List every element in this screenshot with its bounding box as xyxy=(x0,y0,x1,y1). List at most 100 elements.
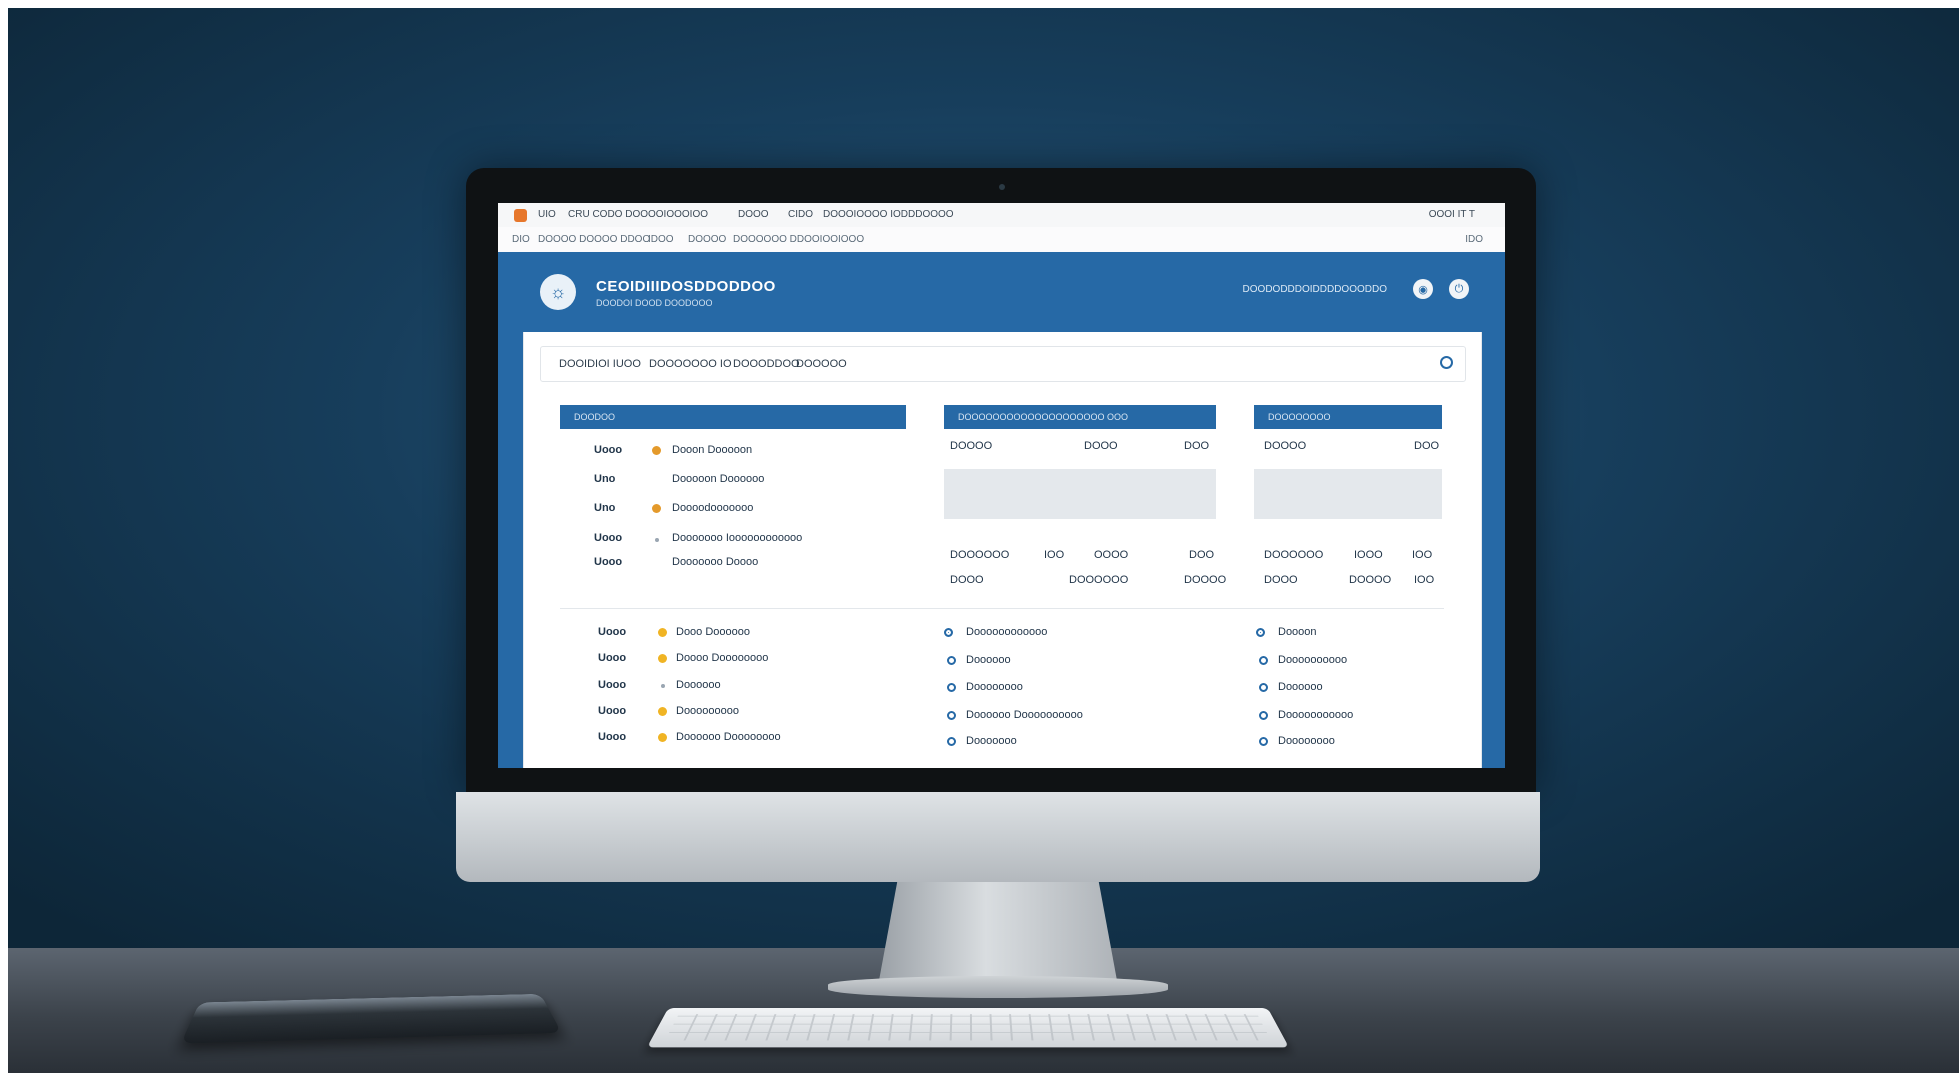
left-edge-strip xyxy=(498,332,523,768)
app-icon xyxy=(514,209,527,222)
status-dot xyxy=(652,504,661,513)
power-icon[interactable]: ⏻ xyxy=(1449,279,1469,299)
filter-item[interactable]: DOOIDIOI IUOO xyxy=(559,358,641,370)
table-cell: DOOOOOO xyxy=(1069,574,1128,586)
table-cell: DOO xyxy=(1189,549,1214,561)
option-label[interactable]: Dooooooo xyxy=(966,735,1017,747)
row-label[interactable]: Dooooooo Ioooooooooooo xyxy=(672,532,802,544)
radio-icon[interactable] xyxy=(1259,656,1268,665)
row-code: Uooo xyxy=(594,532,622,544)
keyboard xyxy=(647,1008,1289,1047)
main-content: DOOIDIOI IUOO DOOOOOOO IO DOOODDOO DOOOO… xyxy=(523,332,1482,768)
browser-tab[interactable]: DOOOIOOOO IODDDOOOO xyxy=(823,209,954,220)
table-cell: IOO xyxy=(1414,574,1434,586)
search-icon[interactable] xyxy=(1440,356,1453,369)
table-cell: DOOO xyxy=(1264,574,1298,586)
status-dot xyxy=(658,733,667,742)
browser-tab-bar: UIO CRU CODO DOOOOIOOOIOO DOOO CIDO DOOO… xyxy=(498,203,1505,228)
option-label[interactable]: Doooooooo xyxy=(966,681,1023,693)
table-cell: IOO xyxy=(1412,549,1432,561)
address-item[interactable]: DOOOO xyxy=(688,234,726,245)
row-code: Uooo xyxy=(594,556,622,568)
status-dot xyxy=(652,446,661,455)
radio-icon[interactable] xyxy=(1259,737,1268,746)
row-label[interactable]: Doooodooooooo xyxy=(672,502,753,514)
table-cell: IOO xyxy=(1044,549,1064,561)
row-label[interactable]: Dooooooooo xyxy=(676,705,739,717)
radio-icon[interactable] xyxy=(944,628,953,637)
address-item[interactable]: IDOO xyxy=(648,234,674,245)
table-cell: DOOOOOO xyxy=(1264,549,1323,561)
browser-address-bar: DIO DOOOO DOOOO DDOO IDOO DOOOO DOOOOOO … xyxy=(498,227,1505,253)
scene-background: UIO CRU CODO DOOOOIOOOIOO DOOO CIDO DOOO… xyxy=(8,8,1959,1073)
status-dot xyxy=(658,654,667,663)
radio-icon[interactable] xyxy=(1256,628,1265,637)
row-label[interactable]: Doooooo Doooooooo xyxy=(676,731,781,743)
option-label[interactable]: Doooooooo xyxy=(1278,735,1335,747)
row-label[interactable]: Doooooo xyxy=(676,679,721,691)
option-label[interactable]: Doooooo xyxy=(966,654,1011,666)
panel-mid-header: DOOOOOOOOOOOOOOOOOOOO OOO xyxy=(944,405,1216,429)
filter-bar: DOOIDIOI IUOO DOOOOOOO IO DOOODDOO DOOOO… xyxy=(540,346,1466,382)
option-label[interactable]: Doooon xyxy=(1278,626,1317,638)
app-header: ☼ CEOIDIIIDOSDDODDOO DOODOI DOOD DOODOOO… xyxy=(498,252,1505,332)
table-cell: DOOOO xyxy=(1184,574,1226,586)
browser-tab[interactable]: CIDO xyxy=(788,209,813,220)
row-label[interactable]: Dooon Dooooon xyxy=(672,444,752,456)
table-cell: DOOOOOO xyxy=(950,549,1009,561)
address-item[interactable]: DOOOO DOOOO DDOO xyxy=(538,234,650,245)
browser-menu-button[interactable]: IDO xyxy=(1465,234,1483,245)
row-code: Uooo xyxy=(598,652,626,664)
radio-icon[interactable] xyxy=(947,737,956,746)
monitor-stand xyxy=(878,882,1118,986)
table-cell: DOOOO xyxy=(1349,574,1391,586)
address-item[interactable]: IOOO xyxy=(838,234,864,245)
status-dot xyxy=(661,684,665,688)
row-code: Uooo xyxy=(598,731,626,743)
monitor-base xyxy=(828,976,1168,998)
table-cell: DOOO xyxy=(950,574,984,586)
app-title: CEOIDIIIDOSDDODDOO xyxy=(596,278,776,295)
radio-icon[interactable] xyxy=(1259,711,1268,720)
panel-right-header: DOOOOOOOO xyxy=(1254,405,1442,429)
monitor-chin xyxy=(456,792,1540,882)
placeholder-block xyxy=(944,469,1216,519)
radio-icon[interactable] xyxy=(947,656,956,665)
keyboard-keys xyxy=(665,1014,1271,1040)
app-subtitle: DOODOI DOOD DOODOOO xyxy=(596,298,713,308)
column-header: DOOOO xyxy=(1264,440,1306,452)
section-divider xyxy=(560,608,1444,609)
filter-item[interactable]: DOOOOOOO IO xyxy=(649,358,732,370)
row-label[interactable]: Doooo Doooooooo xyxy=(676,652,768,664)
row-label[interactable]: Dooooon Doooooo xyxy=(672,473,764,485)
status-dot xyxy=(655,538,659,542)
address-item[interactable]: DOOOOOO DDOOIOO xyxy=(733,234,838,245)
column-header: DOOOO xyxy=(950,440,992,452)
table-cell: IOOO xyxy=(1354,549,1383,561)
right-edge-strip xyxy=(1480,332,1505,768)
option-label[interactable]: Doooooooooo xyxy=(1278,654,1347,666)
radio-icon[interactable] xyxy=(947,683,956,692)
panel-left-header: DOODOO xyxy=(560,405,906,429)
window-controls[interactable]: OOOI IT T xyxy=(1429,209,1475,220)
row-label[interactable]: Dooooooo Doooo xyxy=(672,556,758,568)
radio-icon[interactable] xyxy=(947,711,956,720)
logo-icon: ☼ xyxy=(540,274,576,310)
address-item[interactable]: DIO xyxy=(512,234,530,245)
row-label[interactable]: Dooo Doooooo xyxy=(676,626,750,638)
browser-tab[interactable]: UIO xyxy=(538,209,556,220)
browser-tab[interactable]: DOOO xyxy=(738,209,769,220)
filter-item[interactable]: DOOOOO xyxy=(796,358,847,370)
row-code: Uno xyxy=(594,502,615,514)
monitor-screen: UIO CRU CODO DOOOOIOOOIOO DOOO CIDO DOOO… xyxy=(498,203,1505,768)
radio-icon[interactable] xyxy=(1259,683,1268,692)
browser-tab[interactable]: CRU CODO DOOOOIOOOIOO xyxy=(568,209,708,220)
user-info: DOODODDDOIDDDDOOODDO xyxy=(1243,284,1387,295)
option-label[interactable]: Dooooooooooo xyxy=(1278,709,1353,721)
option-label[interactable]: Doooooo Doooooooooo xyxy=(966,709,1083,721)
webcam xyxy=(999,184,1005,190)
option-label[interactable]: Doooooo xyxy=(1278,681,1323,693)
notification-icon[interactable]: ◉ xyxy=(1413,279,1433,299)
filter-item[interactable]: DOOODDOO xyxy=(733,358,800,370)
option-label[interactable]: Doooooooooooo xyxy=(966,626,1047,638)
